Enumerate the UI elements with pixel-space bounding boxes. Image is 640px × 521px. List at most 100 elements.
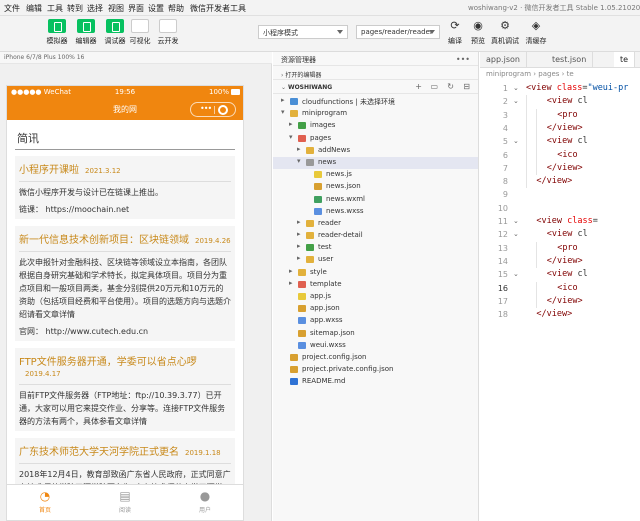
tree-folder[interactable]: ▸ template [273, 279, 478, 291]
fold-icon[interactable]: ⌄ [513, 135, 519, 148]
tree-file[interactable]: news.wxss [273, 206, 478, 218]
code-line[interactable]: <pro [557, 242, 577, 255]
project-section[interactable]: ⌄ WOSHIWANG + ▭ ↻ ⊟ [273, 80, 478, 94]
tab-home[interactable]: ◔ 首页 [25, 489, 65, 514]
page-select[interactable]: pages/reader/reader [356, 25, 440, 39]
tree-folder[interactable]: ▾ miniprogram [273, 108, 478, 120]
news-card[interactable]: 新一代信息技术创新项目：区块链领域 2019.4.26 此次申报针对金融科技、区块链… [15, 226, 235, 341]
file-icon [298, 305, 306, 313]
code-line[interactable]: <pro [557, 109, 577, 122]
tree-file[interactable]: news.json [273, 181, 478, 193]
tree-file[interactable]: README.md [273, 376, 478, 388]
mode-select[interactable]: 小程序模式 [258, 25, 348, 39]
menu-item[interactable]: 帮助 [168, 3, 184, 14]
code-token: </ [546, 255, 558, 266]
tree-folder[interactable]: ▸ images [273, 120, 478, 132]
simulator-device-bar[interactable]: iPhone 6/7/8 Plus 100% 16 [0, 52, 272, 64]
tree-file[interactable]: weui.wxss [273, 340, 478, 352]
tab-user[interactable]: ● 用户 [185, 489, 225, 514]
code-line[interactable]: </view> [547, 162, 583, 175]
menu-item[interactable]: 工具 [47, 3, 63, 14]
code-line[interactable]: </view> [547, 122, 583, 135]
tree-file[interactable]: news.js [273, 169, 478, 181]
simulator-toggle-button[interactable]: 模拟器 [41, 19, 73, 49]
menu-item[interactable]: 设置 [148, 3, 164, 14]
tab-label: 首页 [38, 507, 51, 514]
fold-icon[interactable]: ⌄ [513, 268, 519, 281]
menu-item[interactable]: 界面 [128, 3, 144, 14]
news-card[interactable]: FTP文件服务器开通，学委可以省点心啰 2019.4.17 目前FTP文件服务器（F… [15, 348, 235, 431]
code-line[interactable]: </view> [547, 255, 583, 268]
code-line[interactable]: <view class="weui-pr [526, 82, 628, 95]
news-card[interactable]: 广东技术师范大学天河学院正式更名 2019.1.18 2018年12月4日，教育部致… [15, 438, 235, 485]
tab-active-file[interactable]: te [614, 52, 636, 67]
tree-file[interactable]: sitemap.json [273, 328, 478, 340]
tree-folder[interactable]: ▾ news [273, 156, 478, 170]
breadcrumb[interactable]: miniprogram › pages › te [480, 68, 640, 81]
menu-item[interactable]: 转到 [67, 3, 83, 14]
tree-folder[interactable]: ▸ cloudfunctions | 未选择环境 [273, 96, 478, 108]
tree-folder[interactable]: ▸ addNews [273, 145, 478, 157]
file-icon [314, 171, 322, 179]
more-icon[interactable]: ••• [200, 104, 212, 113]
tab-app-json[interactable]: app.json [480, 52, 527, 67]
code-line[interactable]: <view cl [547, 228, 588, 241]
open-editors-section[interactable]: › 打开的编辑器 [273, 66, 478, 80]
tree-folder[interactable]: ▸ reader-detail [273, 230, 478, 242]
tree-folder[interactable]: ▸ reader [273, 218, 478, 230]
tree-item-label: app.json [310, 304, 340, 313]
code-line[interactable]: <view cl [547, 95, 588, 108]
code-token: cl [572, 136, 588, 147]
tree-file[interactable]: news.wxml [273, 194, 478, 206]
code-line[interactable]: <view cl [547, 135, 588, 148]
menu-item[interactable]: 选择 [87, 3, 103, 14]
clear-cache-button[interactable]: ◈ 清缓存 [521, 19, 551, 46]
code-area[interactable]: 1 ⌄ <view class="weui-pr 2 ⌄ <view cl 3 <pro 4 </… [480, 81, 640, 521]
remote-debug-button[interactable]: ⚙ 真机调试 [490, 19, 520, 46]
code-line[interactable]: <ico [557, 282, 577, 295]
code-token: </ [536, 309, 547, 320]
menu-item[interactable]: 微信开发者工具 [190, 3, 246, 14]
menu-item[interactable]: 文件 [4, 3, 20, 14]
fold-icon[interactable]: ⌄ [513, 82, 519, 95]
tree-item-label: cloudfunctions | 未选择环境 [302, 98, 396, 106]
tab-book[interactable]: ▤ 阅读 [105, 489, 145, 514]
code-line[interactable]: </view> [536, 175, 572, 188]
refresh-icon[interactable]: ↻ [447, 82, 454, 91]
tab-test-json[interactable]: test.json [546, 52, 594, 67]
fold-icon[interactable]: ⌄ [513, 228, 519, 241]
collapse-all-icon[interactable]: ⊟ [463, 82, 470, 91]
menu-item[interactable]: 视图 [108, 3, 124, 14]
news-card[interactable]: 小程序开课啦 2021.3.12 微信小程序开发与设计已在链课上推出。 链课： htt… [15, 156, 235, 219]
fold-icon[interactable]: ⌄ [513, 215, 519, 228]
code-line[interactable]: <view class= [536, 215, 597, 228]
menu-item[interactable]: 编辑 [26, 3, 42, 14]
tree-file[interactable]: project.config.json [273, 352, 478, 364]
code-token: view [551, 136, 573, 147]
tree-file[interactable]: app.wxss [273, 315, 478, 327]
simulator-label: 模拟器 [46, 37, 68, 45]
editor-toggle-button[interactable]: 编辑器 [70, 19, 102, 49]
tree-file[interactable]: project.private.config.json [273, 364, 478, 376]
tree-folder[interactable]: ▸ style [273, 267, 478, 279]
capsule-menu[interactable]: ••• [190, 102, 236, 117]
code-line[interactable]: <ico [557, 149, 577, 162]
tree-item-label: addNews [318, 145, 351, 154]
more-icon[interactable]: ••• [456, 55, 470, 64]
code-line[interactable]: </view> [547, 295, 583, 308]
new-file-icon[interactable]: + [415, 82, 422, 91]
code-line[interactable]: </view> [536, 308, 572, 321]
cloud-dev-button[interactable]: 云开发 [152, 19, 184, 49]
preview-button[interactable]: ◉ 预览 [463, 19, 493, 46]
page-select-value: pages/reader/reader [361, 28, 433, 36]
tree-file[interactable]: app.js [273, 291, 478, 303]
tree-folder[interactable]: ▸ user [273, 254, 478, 266]
code-line[interactable]: <view cl [547, 268, 588, 281]
tree-folder[interactable]: ▸ test [273, 242, 478, 254]
close-mini-program-icon[interactable] [218, 105, 228, 115]
status-bar: ●●●●● WeChat 19:56 100% [7, 86, 243, 99]
new-folder-icon[interactable]: ▭ [430, 82, 438, 91]
tree-folder[interactable]: ▾ pages [273, 133, 478, 145]
fold-icon[interactable]: ⌄ [513, 95, 519, 108]
tree-file[interactable]: app.json [273, 303, 478, 315]
